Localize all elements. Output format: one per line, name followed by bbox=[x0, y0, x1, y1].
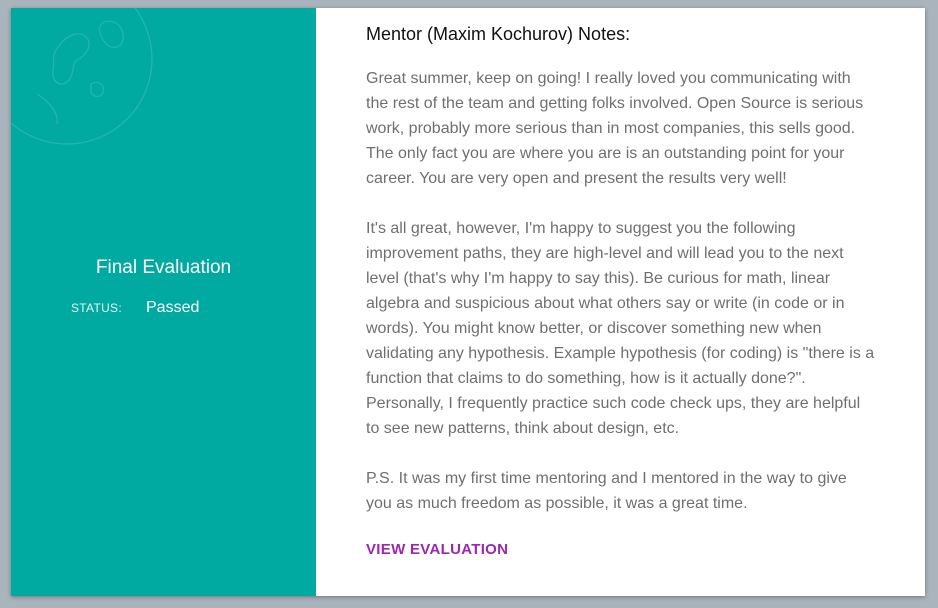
status-row: STATUS: Passed bbox=[11, 299, 316, 317]
evaluation-card: Final Evaluation STATUS: Passed Mentor (… bbox=[11, 8, 925, 596]
evaluation-title: Final Evaluation bbox=[95, 257, 232, 278]
view-evaluation-link[interactable]: VIEW EVALUATION bbox=[366, 541, 508, 558]
globe-icon bbox=[11, 8, 153, 145]
status-label: STATUS: bbox=[71, 301, 122, 315]
status-value: Passed bbox=[146, 299, 200, 316]
note-paragraph: Great summer, keep on going! I really lo… bbox=[366, 70, 864, 187]
note-paragraph: It's all great, however, I'm happy to su… bbox=[366, 220, 875, 437]
note-paragraph: P.S. It was my first time mentoring and … bbox=[366, 470, 847, 512]
mentor-notes-panel: Mentor (Maxim Kochurov) Notes: Great sum… bbox=[316, 8, 925, 596]
evaluation-info: Final Evaluation STATUS: Passed bbox=[11, 256, 316, 317]
notes-heading: Mentor (Maxim Kochurov) Notes: bbox=[366, 24, 631, 44]
evaluation-summary-panel: Final Evaluation STATUS: Passed bbox=[11, 8, 316, 596]
